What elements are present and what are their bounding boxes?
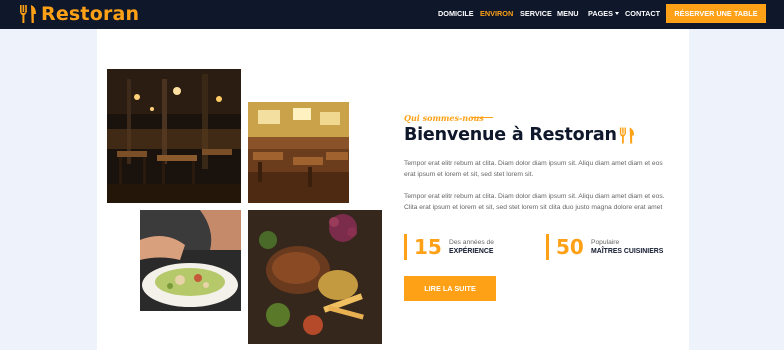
- restaurant-interior-image-1: [107, 69, 241, 203]
- about-paragraph-2: Tempor erat elitr rebum at clita. Diam d…: [404, 193, 665, 211]
- restaurant-interior-image-2: [248, 102, 349, 203]
- stat-label: Populaire MAÎTRES CUISINIERS: [591, 238, 663, 256]
- reserve-table-button[interactable]: RÉSERVER UNE TABLE: [666, 4, 766, 23]
- nav-item-domicile[interactable]: DOMICILE: [438, 9, 474, 18]
- nav-item-pages[interactable]: PAGES: [588, 9, 620, 18]
- food-platter-image: [248, 210, 382, 344]
- stat-label-top: Populaire: [591, 239, 620, 246]
- stat-experience: 15 Des années de EXPÉRIENCE: [404, 234, 494, 260]
- stat-number: 50: [556, 235, 584, 259]
- nav-item-environ[interactable]: ENVIRON: [480, 9, 513, 18]
- stat-label-top: Des années de: [449, 239, 494, 246]
- brand-logo[interactable]: Restoran: [19, 2, 139, 26]
- stat-label-bottom: EXPÉRIENCE: [449, 248, 494, 255]
- section-title-row: Bienvenue à Restoran: [404, 125, 635, 145]
- read-more-button[interactable]: LIRE LA SUITE: [404, 276, 496, 301]
- navbar: Restoran DOMICILE ENVIRON SERVICE MENU P…: [0, 0, 784, 29]
- nav-item-contact[interactable]: CONTACT: [625, 9, 660, 18]
- stat-label: Des années de EXPÉRIENCE: [449, 238, 494, 256]
- section-subtitle: Qui sommes-nous: [404, 113, 484, 123]
- stat-chefs: 50 Populaire MAÎTRES CUISINIERS: [546, 234, 663, 260]
- subtitle-divider: [471, 117, 493, 118]
- nav-item-menu[interactable]: MENU: [557, 9, 579, 18]
- nav-item-pages-label: PAGES: [588, 9, 614, 18]
- utensils-icon: [619, 127, 634, 143]
- chevron-down-icon: [615, 12, 620, 15]
- brand-name: Restoran: [41, 3, 140, 25]
- nav-item-service[interactable]: SERVICE: [520, 9, 552, 18]
- section-title: Bienvenue à Restoran: [404, 125, 617, 145]
- stat-number: 15: [414, 235, 442, 259]
- about-paragraph-1: Tempor erat elitr rebum at clita. Diam d…: [404, 160, 663, 178]
- utensils-icon: [20, 5, 36, 23]
- stat-label-bottom: MAÎTRES CUISINIERS: [591, 248, 664, 255]
- salad-plate-image: [140, 210, 241, 311]
